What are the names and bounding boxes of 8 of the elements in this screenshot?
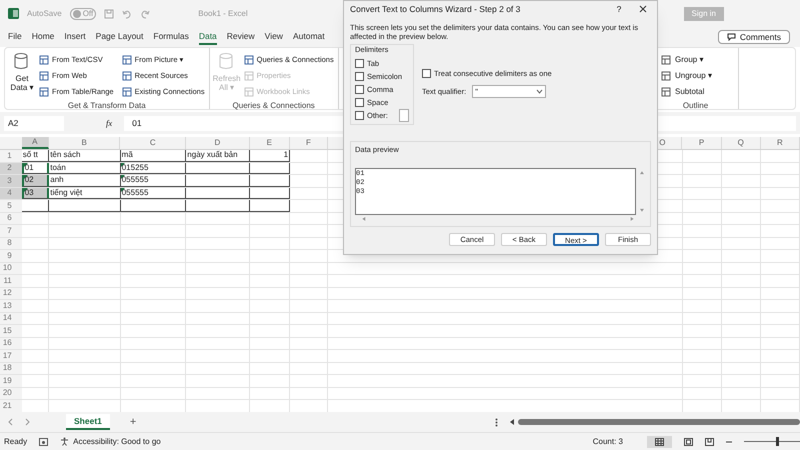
autosave-label: AutoSave	[27, 8, 62, 20]
status-mode: Ready	[4, 436, 28, 448]
group-label: Queries & Connections	[232, 100, 316, 112]
dialog-title: Convert Text to Columns Wizard - Step 2 of 3	[350, 2, 522, 16]
group-label: Get & Transform Data	[66, 100, 147, 112]
count-status: Count: 3	[592, 436, 623, 448]
document-title: Book1 - Excel	[198, 8, 248, 20]
group-label: Outline	[682, 100, 710, 112]
